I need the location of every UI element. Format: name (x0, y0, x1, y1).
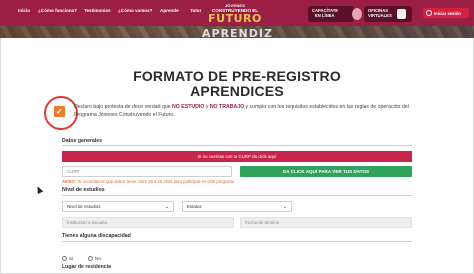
user-icon (426, 10, 432, 16)
warning-text: Te recordamos que debes tener entre 18 a… (76, 179, 235, 184)
view-data-button[interactable]: DA CLICK AQUÍ PARA VER TUS DATOS (240, 166, 412, 177)
declaration-part-1: Declaro bajo protesta de decir verdad qu… (74, 104, 173, 110)
login-button[interactable]: Iniciar sesión (423, 8, 469, 18)
section-nivel-estudios: Nivel de estudios (62, 187, 105, 193)
nivel-estudios-select[interactable]: Nivel de estudios ⌄ (62, 201, 174, 212)
nav-link-como-funciona[interactable]: ¿Cómo funciona? (38, 8, 77, 13)
form-subtitle: APRENDICES (190, 83, 284, 99)
program-logo[interactable]: JÓVENES CONSTRUYENDO EL FUTURO (196, 3, 274, 25)
age-warning: AVISO: Te recordamos que debes tener ent… (62, 179, 234, 184)
oficinas-virtuales-button[interactable]: OFICINAS VIRTUALES (364, 6, 412, 22)
nav-link-aprende[interactable]: Aprende (160, 8, 179, 13)
nav-link-inicio[interactable]: Inicio (18, 8, 30, 13)
institucion-input[interactable]: Institución o escuela (62, 217, 234, 228)
radio-si-label: Sí (69, 256, 74, 261)
radio-no-label: No (94, 256, 101, 261)
estatus-value: Estatus (187, 204, 202, 209)
estatus-select[interactable]: Estatus ⌄ (182, 201, 292, 212)
form-title: FORMATO DE PRE-REGISTRO (133, 68, 341, 84)
computer-icon (397, 9, 406, 19)
nivel-estudios-value: Nivel de estudios (67, 204, 101, 209)
section-datos-generales: Datos generales (62, 138, 103, 144)
discapacidad-options: Sí No (62, 256, 101, 262)
radio-no[interactable] (87, 256, 93, 262)
capacitate-button[interactable]: CAPACÍTATE EN LÍNEA (308, 6, 362, 22)
section-divider (62, 195, 412, 196)
section-discapacidad: Tienes alguna discapacidad (62, 233, 131, 239)
section-divider (62, 145, 412, 146)
section-lugar-residencia: Lugar de residencia (62, 264, 112, 270)
chevron-down-icon: ⌄ (282, 204, 287, 210)
login-label: Iniciar sesión (434, 10, 461, 16)
section-divider (62, 241, 412, 242)
chevron-down-icon: ⌄ (164, 204, 169, 210)
fecha-termino-input[interactable]: Fecha de término (240, 217, 412, 228)
no-curp-link[interactable]: Si no cuentas con tu CURP da click aquí (62, 151, 412, 162)
capacitate-icon (352, 8, 362, 20)
nav-link-como-vamos[interactable]: ¿Cómo vamos? (118, 8, 152, 13)
curp-input[interactable]: CURP (62, 166, 232, 177)
banner-word: APRENDIZ (202, 27, 273, 38)
nav-link-testimonios[interactable]: Testimonios (84, 8, 111, 13)
site-header: Inicio ¿Cómo funciona? Testimonios ¿Cómo… (0, 0, 474, 38)
declaration-no-estudio: NO ESTUDIO (172, 104, 205, 110)
radio-si[interactable] (62, 256, 67, 262)
declaration-text: Declaro bajo protesta de decir verdad qu… (74, 104, 419, 120)
declaration-checkbox[interactable]: ✓ (54, 106, 65, 117)
logo-line-futuro: FUTURO (208, 12, 262, 25)
declaration-no-trabajo: NO TRABAJO (209, 104, 245, 110)
warning-label: AVISO: (62, 179, 77, 184)
capacitate-label-2: EN LÍNEA (315, 13, 335, 18)
